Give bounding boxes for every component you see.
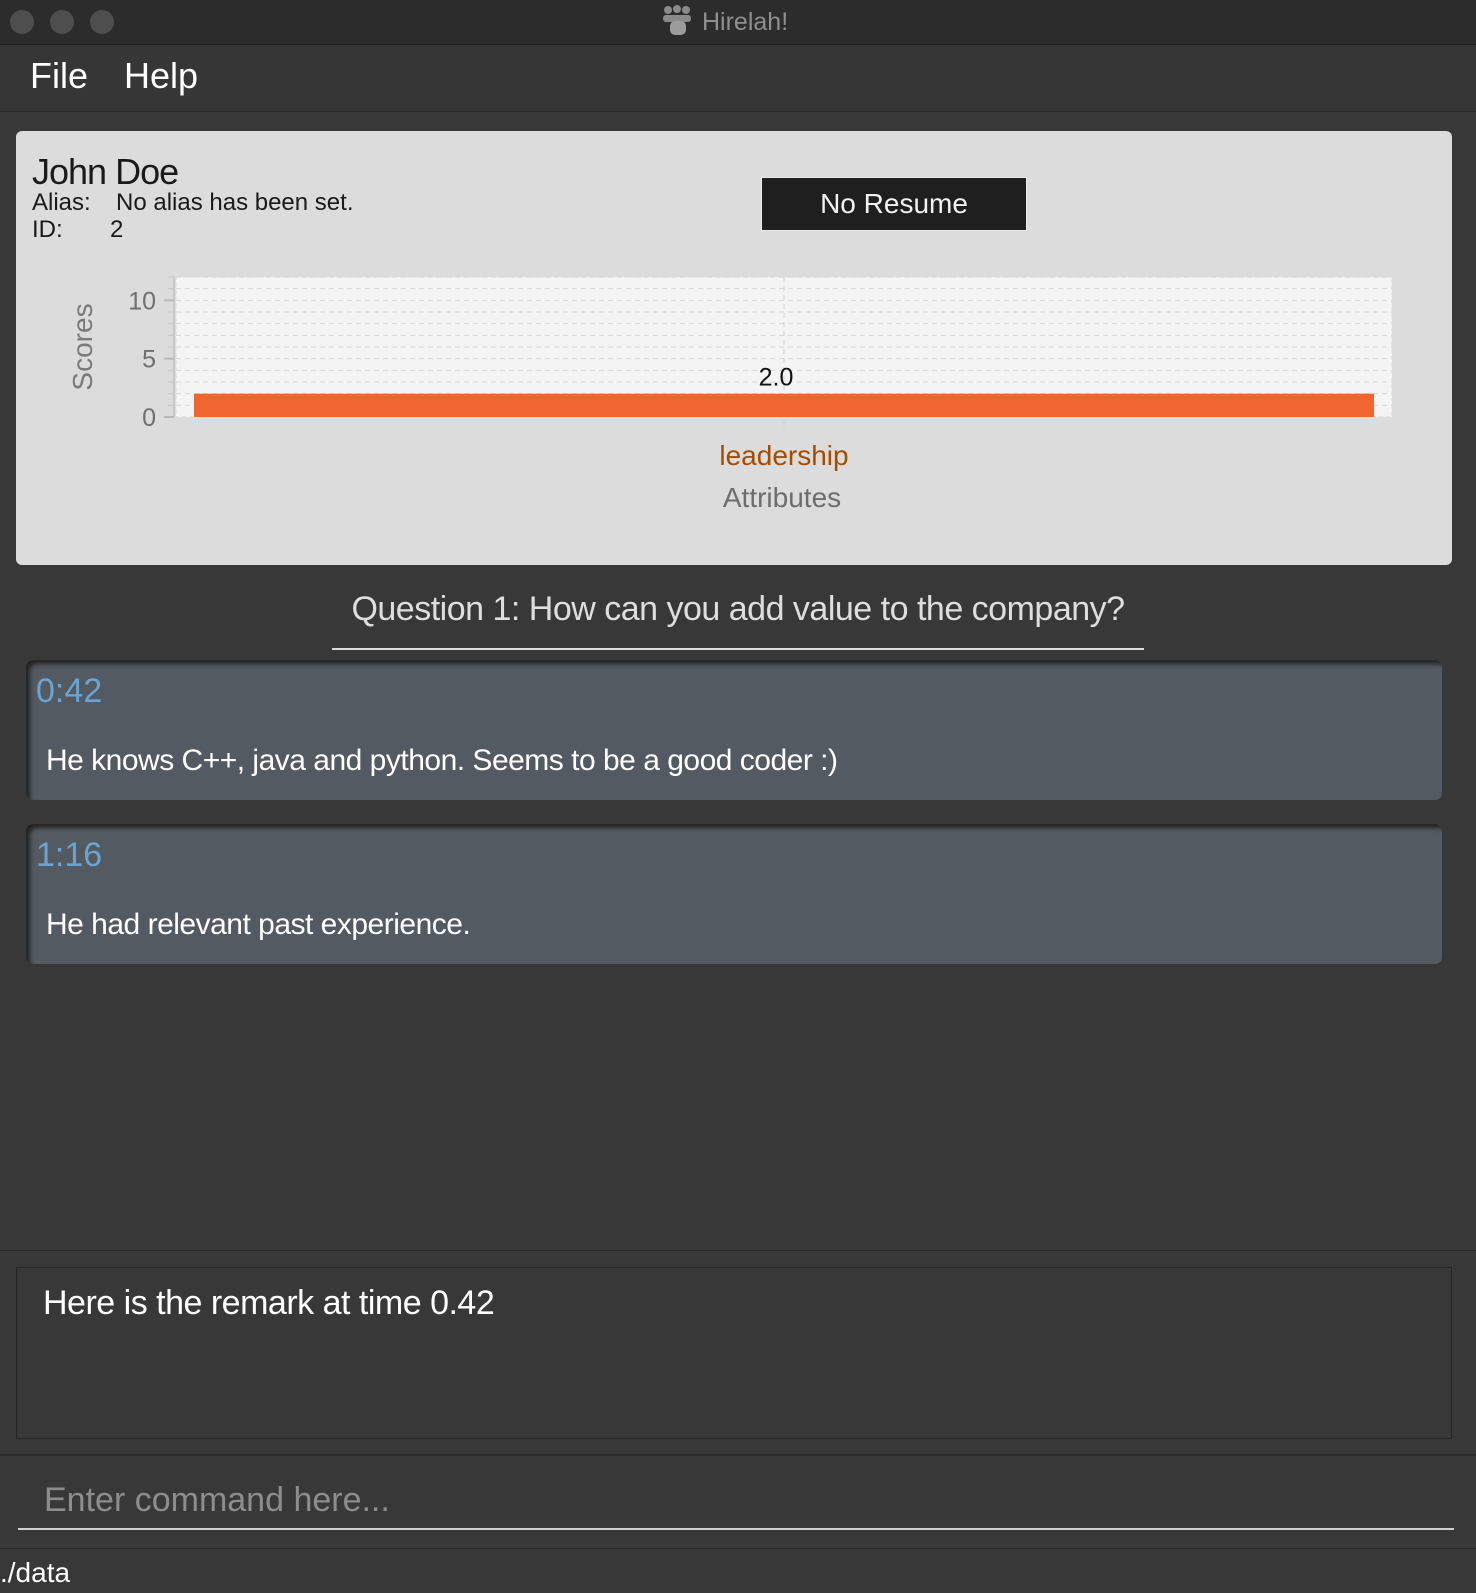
remark-time: 1:16	[36, 836, 103, 874]
result-display[interactable]: Here is the remark at time 0.42	[16, 1267, 1452, 1439]
status-bar: ./data	[0, 1548, 1476, 1593]
y-tick-label: 5	[142, 346, 156, 374]
people-icon	[660, 4, 694, 41]
command-box	[0, 1454, 1476, 1548]
remark-card[interactable]: 0:42 He knows C++, java and python. Seem…	[26, 660, 1442, 800]
zoom-window-button[interactable]	[90, 10, 114, 34]
result-text: Here is the remark at time 0.42	[43, 1284, 495, 1322]
window-title: Hirelah!	[702, 7, 789, 36]
y-axis-label: Scores	[67, 303, 98, 390]
attribute-score-chart: 0 5 10 2.0 leadership Scores Attributes	[67, 276, 1393, 513]
interviewee-card: John Doe Alias: No alias has been set. I…	[16, 131, 1452, 565]
x-category-label: leadership	[719, 440, 848, 471]
result-display-area: Here is the remark at time 0.42	[0, 1250, 1476, 1455]
data-label: 2.0	[759, 364, 794, 392]
remark-card[interactable]: 1:16 He had relevant past experience.	[26, 824, 1442, 964]
command-input[interactable]	[18, 1472, 1454, 1530]
window-title-group: Hirelah!	[660, 4, 789, 41]
remark-time: 0:42	[36, 672, 103, 710]
minimize-window-button[interactable]	[50, 10, 74, 34]
close-window-button[interactable]	[10, 10, 34, 34]
menu-bar: File Help	[0, 45, 1476, 112]
x-axis-label: Attributes	[723, 482, 841, 513]
title-bar: Hirelah!	[0, 0, 1476, 45]
y-tick-label: 10	[128, 287, 156, 315]
save-location-path: ./data	[0, 1557, 71, 1588]
y-tick-label: 0	[142, 404, 156, 432]
bar-leadership	[194, 393, 1374, 417]
remark-text: He had relevant past experience.	[46, 908, 471, 941]
menu-file[interactable]: File	[30, 55, 88, 97]
remark-text: He knows C++, java and python. Seems to …	[46, 744, 838, 777]
menu-help[interactable]: Help	[124, 55, 198, 97]
question-title: Question 1: How can you add value to the…	[332, 590, 1144, 650]
app-window: Hirelah! File Help John Doe Alias: No al…	[0, 0, 1476, 1593]
